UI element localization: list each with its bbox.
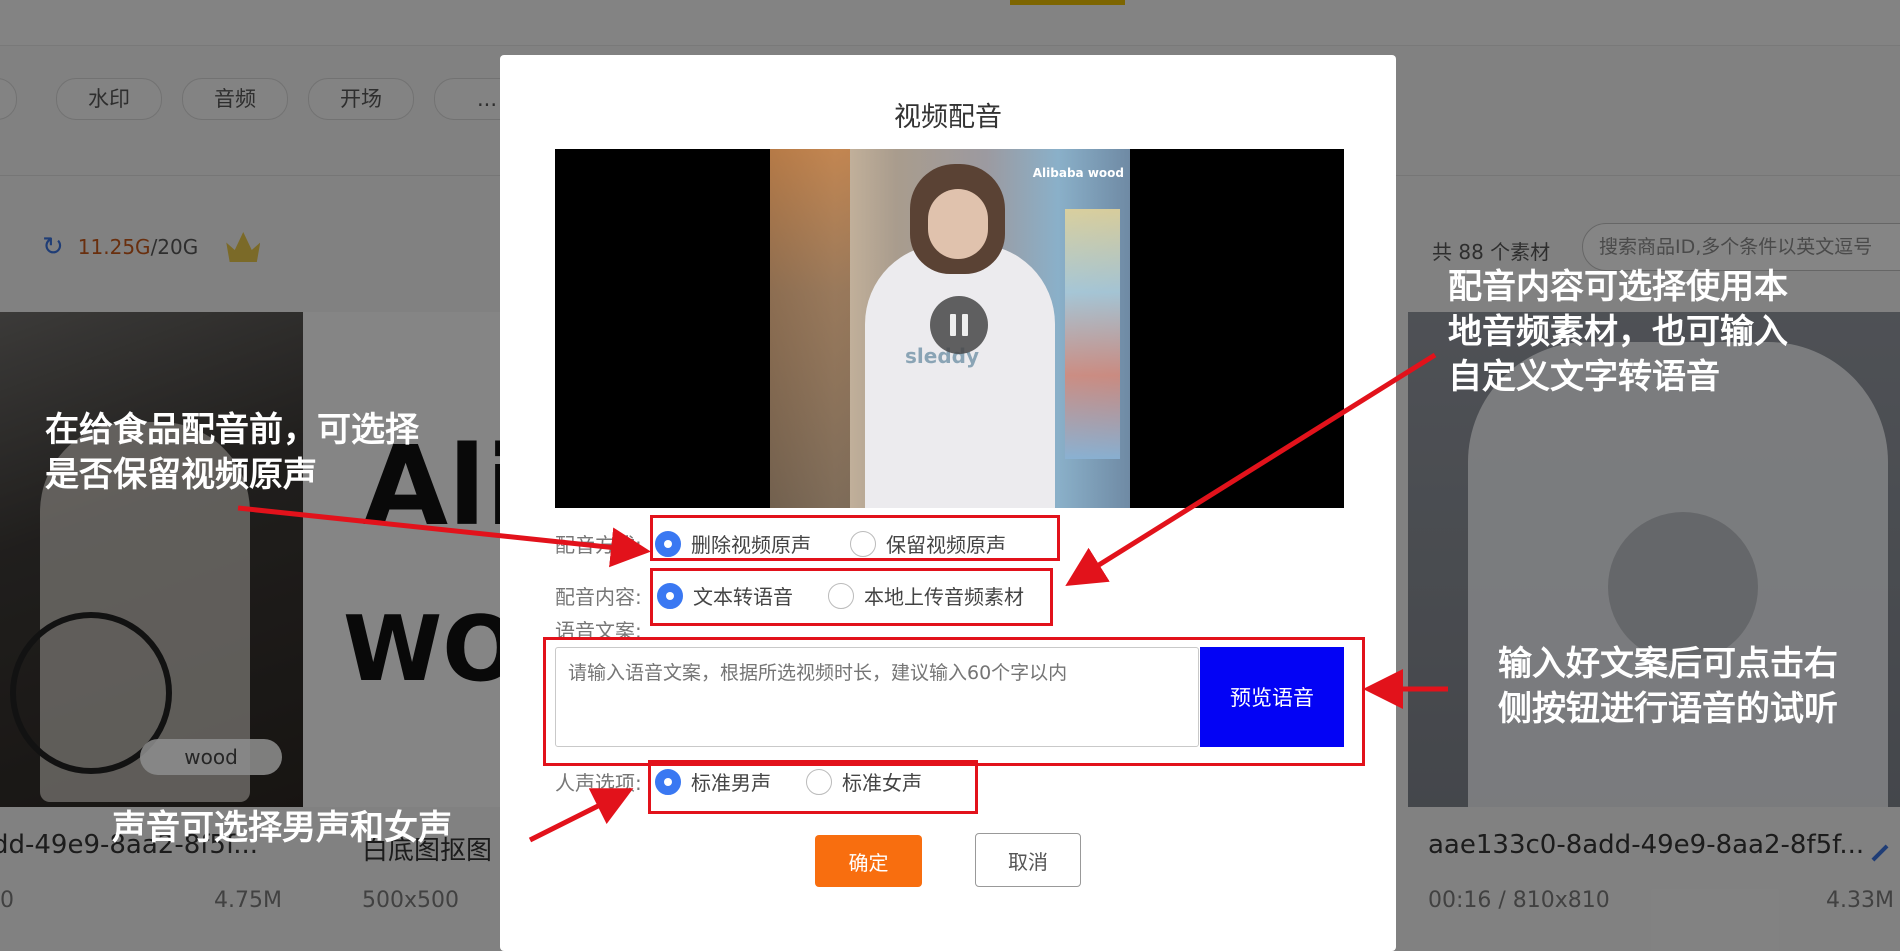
voice-label: 人声选项: [555, 771, 642, 795]
highlight-script [543, 637, 1365, 766]
pause-icon [950, 314, 956, 336]
confirm-button[interactable]: 确定 [815, 835, 922, 887]
annotation-voice: 声音可选择男声和女声 [112, 808, 452, 848]
dub-mode-label: 配音方式: [555, 533, 642, 557]
dialog-title: 视频配音 [894, 102, 1002, 133]
dub-content-label: 配音内容: [555, 585, 642, 609]
annotation-dub-content: 配音内容可选择使用本地音频素材，也可输入自定义文字转语音 [1448, 267, 1788, 397]
annotation-keep-audio: 在给食品配音前，可选择是否保留视频原声 [45, 410, 419, 495]
cancel-button[interactable]: 取消 [975, 833, 1081, 887]
pause-button[interactable] [930, 296, 988, 354]
highlight-voice [648, 760, 978, 814]
highlight-dub-mode [650, 515, 1060, 561]
highlight-dub-content [650, 568, 1053, 626]
annotation-preview: 输入好文案后可点击右侧按钮进行语音的试听 [1498, 644, 1838, 729]
dubbing-dialog: 视频配音 Alibaba wood sleddy 配音方式: 删除视频原声 保留… [500, 55, 1396, 951]
video-player[interactable]: Alibaba wood sleddy [555, 149, 1344, 508]
video-watermark: Alibaba wood [1032, 166, 1124, 180]
